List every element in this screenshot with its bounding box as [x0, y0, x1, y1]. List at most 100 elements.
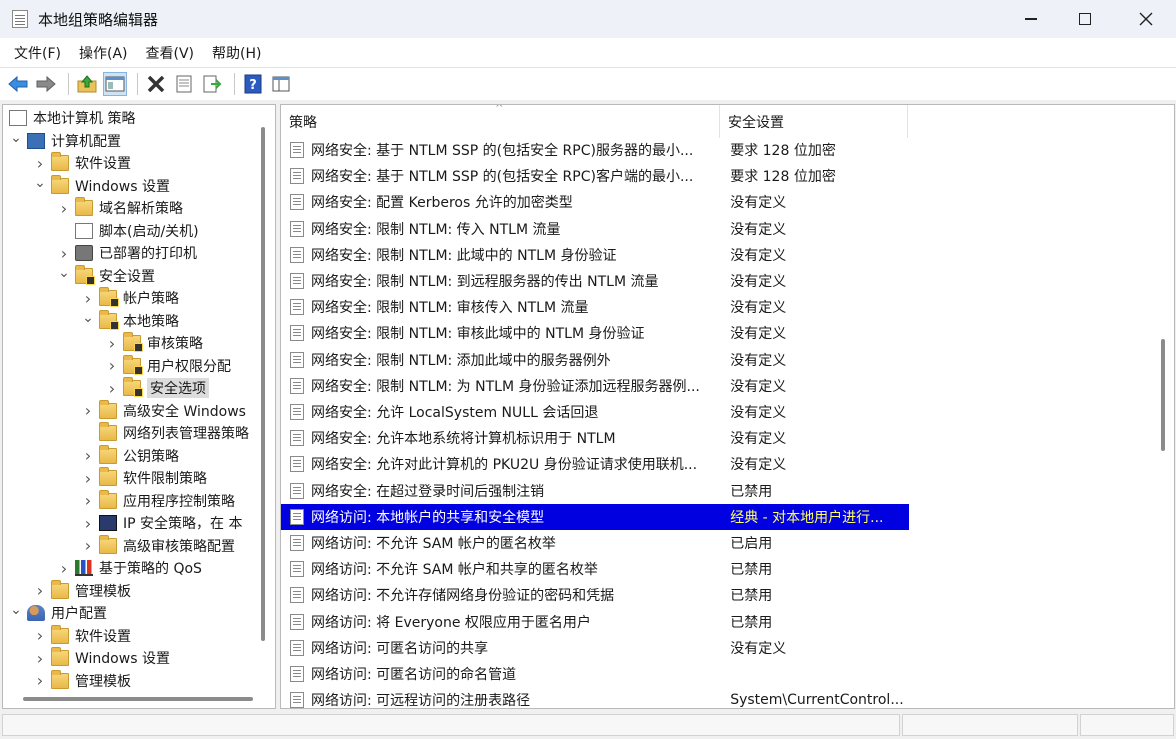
tree-item[interactable]: › 安全选项: [105, 377, 209, 399]
policy-name: 网络访问: 可远程访问的注册表路径: [311, 693, 531, 709]
menu-file[interactable]: 文件(F): [6, 40, 69, 66]
tree-item[interactable]: › 高级审核策略配置: [81, 534, 235, 557]
policy-setting-value: System\CurrentControl...: [730, 692, 904, 709]
tree-item[interactable]: ⌄ 安全设置: [57, 264, 155, 287]
chevron-down-icon[interactable]: ⌄: [9, 602, 23, 618]
chevron-right-icon[interactable]: ›: [81, 446, 95, 465]
tree-vertical-scrollbar[interactable]: [261, 127, 265, 641]
tree-item[interactable]: › 域名解析策略: [57, 197, 183, 219]
chevron-right-icon[interactable]: ›: [33, 671, 47, 690]
export-list-button[interactable]: [200, 72, 224, 96]
policy-row[interactable]: 网络访问: 本地帐户的共享和安全模型 经典 - 对本地用户进行...: [281, 503, 909, 530]
policy-row[interactable]: 网络安全: 基于 NTLM SSP 的(包括安全 RPC)客户端的最小... 要求…: [281, 163, 909, 189]
back-button[interactable]: [6, 72, 30, 96]
chevron-right-icon[interactable]: ›: [105, 379, 119, 398]
policy-row[interactable]: 网络安全: 限制 NTLM: 添加此域中的服务器例外 没有定义: [281, 347, 909, 373]
tree-item[interactable]: ⌄ Windows 设置: [33, 174, 170, 197]
tree-horizontal-scrollbar[interactable]: [23, 697, 253, 701]
qos-chart-icon: [75, 560, 93, 576]
chevron-right-icon[interactable]: ›: [81, 401, 95, 420]
policy-row[interactable]: 网络安全: 基于 NTLM SSP 的(包括安全 RPC)服务器的最小... 要求…: [281, 137, 909, 163]
policy-row[interactable]: 网络安全: 允许对此计算机的 PKU2U 身份验证请求使用联机... 没有定义: [281, 451, 909, 477]
tree-item[interactable]: › 审核策略: [105, 332, 203, 354]
tree-item-label: 已部署的打印机: [99, 246, 197, 262]
tree-item[interactable]: 网络列表管理器策略: [81, 422, 249, 444]
up-one-level-button[interactable]: [75, 72, 99, 96]
policy-name: 网络访问: 本地帐户的共享和安全模型: [311, 509, 545, 526]
tree-item[interactable]: › IP 安全策略，在 本: [81, 512, 243, 534]
delete-button[interactable]: [144, 72, 168, 96]
properties-button[interactable]: [172, 72, 196, 96]
menu-action[interactable]: 操作(A): [71, 40, 136, 66]
chevron-right-icon[interactable]: ›: [33, 626, 47, 645]
close-button[interactable]: [1116, 0, 1176, 38]
policy-row[interactable]: 网络访问: 可匿名访问的共享 没有定义: [281, 635, 909, 661]
policy-row[interactable]: 网络访问: 不允许 SAM 帐户和共享的匿名枚举 已禁用: [281, 556, 909, 582]
policy-row[interactable]: 网络安全: 配置 Kerberos 允许的加密类型 没有定义: [281, 189, 909, 215]
chevron-right-icon[interactable]: ›: [81, 491, 95, 510]
policy-row[interactable]: 网络访问: 不允许存储网络身份验证的密码和凭据 已禁用: [281, 582, 909, 608]
chevron-right-icon[interactable]: ›: [33, 154, 47, 173]
chevron-right-icon[interactable]: ›: [57, 244, 71, 263]
policy-row[interactable]: 网络安全: 限制 NTLM: 审核此域中的 NTLM 身份验证 没有定义: [281, 320, 909, 346]
tree-pane[interactable]: › 管理模板 › Windows 设置 › 软件设置 ⌄ 用户配置 › 管理模板 › 基于策略的 Qo…: [2, 104, 276, 709]
show-hide-tree-button[interactable]: [103, 72, 127, 96]
policy-row[interactable]: 网络访问: 不允许 SAM 帐户的匿名枚举 已启用: [281, 530, 909, 556]
maximize-button[interactable]: [1058, 0, 1112, 38]
chevron-down-icon[interactable]: ⌄: [57, 265, 71, 281]
column-header-policy[interactable]: 策略 ^: [281, 105, 720, 138]
tree-item[interactable]: ⌄ 用户配置: [9, 602, 107, 624]
menu-help[interactable]: 帮助(H): [204, 40, 269, 66]
chevron-right-icon[interactable]: ›: [33, 649, 47, 668]
policy-row[interactable]: 网络安全: 限制 NTLM: 此域中的 NTLM 身份验证 没有定义: [281, 242, 909, 268]
tree-item[interactable]: 本地计算机 策略: [9, 107, 135, 129]
policy-row[interactable]: 网络安全: 在超过登录时间后强制注销 已禁用: [281, 478, 909, 504]
policy-row[interactable]: 网络访问: 可远程访问的注册表路径 System\CurrentControl..…: [281, 687, 909, 709]
tree-item[interactable]: ⌄ 计算机配置: [9, 130, 121, 152]
policy-list-pane[interactable]: 策略 ^ 安全设置 网络安全: 基于 NTLM SSP 的(包括安全 RPC)服…: [280, 104, 1175, 709]
tree-item[interactable]: › 软件限制策略: [81, 467, 207, 489]
chevron-right-icon[interactable]: ›: [33, 581, 47, 600]
policy-row[interactable]: 网络安全: 允许本地系统将计算机标识用于 NTLM 没有定义: [281, 425, 909, 451]
tree-item[interactable]: ⌄ 本地策略: [81, 309, 179, 332]
chevron-right-icon[interactable]: ›: [81, 514, 95, 533]
tree-item[interactable]: › 应用程序控制策略: [81, 489, 235, 512]
policy-row[interactable]: 网络安全: 限制 NTLM: 审核传入 NTLM 流量 没有定义: [281, 294, 909, 320]
tree-item[interactable]: › 用户权限分配: [105, 354, 231, 377]
chevron-down-icon[interactable]: ⌄: [81, 310, 95, 326]
folder-icon: [99, 534, 117, 554]
list-vertical-scrollbar[interactable]: [1161, 339, 1165, 451]
tree-item[interactable]: › 已部署的打印机: [57, 242, 197, 264]
chevron-down-icon[interactable]: ⌄: [9, 130, 23, 146]
forward-button[interactable]: [34, 72, 58, 96]
chevron-right-icon[interactable]: ›: [81, 469, 95, 488]
chevron-right-icon[interactable]: ›: [81, 536, 95, 555]
chevron-down-icon[interactable]: ⌄: [33, 175, 47, 191]
menu-view[interactable]: 查看(V): [138, 40, 203, 66]
tree-item[interactable]: › 软件设置: [33, 624, 131, 647]
tree-item[interactable]: › 帐户策略: [81, 287, 179, 309]
chevron-right-icon[interactable]: ›: [105, 334, 119, 353]
chevron-right-icon[interactable]: ›: [57, 199, 71, 218]
policy-row[interactable]: 网络安全: 限制 NTLM: 到远程服务器的传出 NTLM 流量 没有定义: [281, 268, 909, 294]
policy-row[interactable]: 网络访问: 可匿名访问的命名管道: [281, 661, 909, 687]
policy-row[interactable]: 网络访问: 将 Everyone 权限应用于匿名用户 已禁用: [281, 609, 909, 635]
tree-item[interactable]: › 公钥策略: [81, 444, 179, 467]
tree-item[interactable]: › 软件设置: [33, 152, 131, 174]
tree-item[interactable]: › 基于策略的 QoS: [57, 557, 202, 579]
tree-item[interactable]: 脚本(启动/关机): [57, 220, 199, 242]
chevron-right-icon[interactable]: ›: [105, 356, 119, 375]
tree-item[interactable]: › Windows 设置: [33, 647, 170, 669]
column-header-setting[interactable]: 安全设置: [720, 105, 908, 138]
tree-item[interactable]: › 管理模板: [33, 579, 131, 602]
help-button[interactable]: ?: [241, 72, 265, 96]
view-button[interactable]: [269, 72, 293, 96]
minimize-button[interactable]: [1004, 0, 1058, 38]
tree-item[interactable]: › 高级安全 Windows: [81, 399, 246, 422]
chevron-right-icon[interactable]: ›: [57, 559, 71, 578]
policy-row[interactable]: 网络安全: 允许 LocalSystem NULL 会话回退 没有定义: [281, 399, 909, 425]
policy-row[interactable]: 网络安全: 限制 NTLM: 传入 NTLM 流量 没有定义: [281, 216, 909, 242]
policy-row[interactable]: 网络安全: 限制 NTLM: 为 NTLM 身份验证添加远程服务器例... 没有定…: [281, 373, 909, 399]
chevron-right-icon[interactable]: ›: [81, 289, 95, 308]
tree-item[interactable]: › 管理模板: [33, 669, 131, 692]
